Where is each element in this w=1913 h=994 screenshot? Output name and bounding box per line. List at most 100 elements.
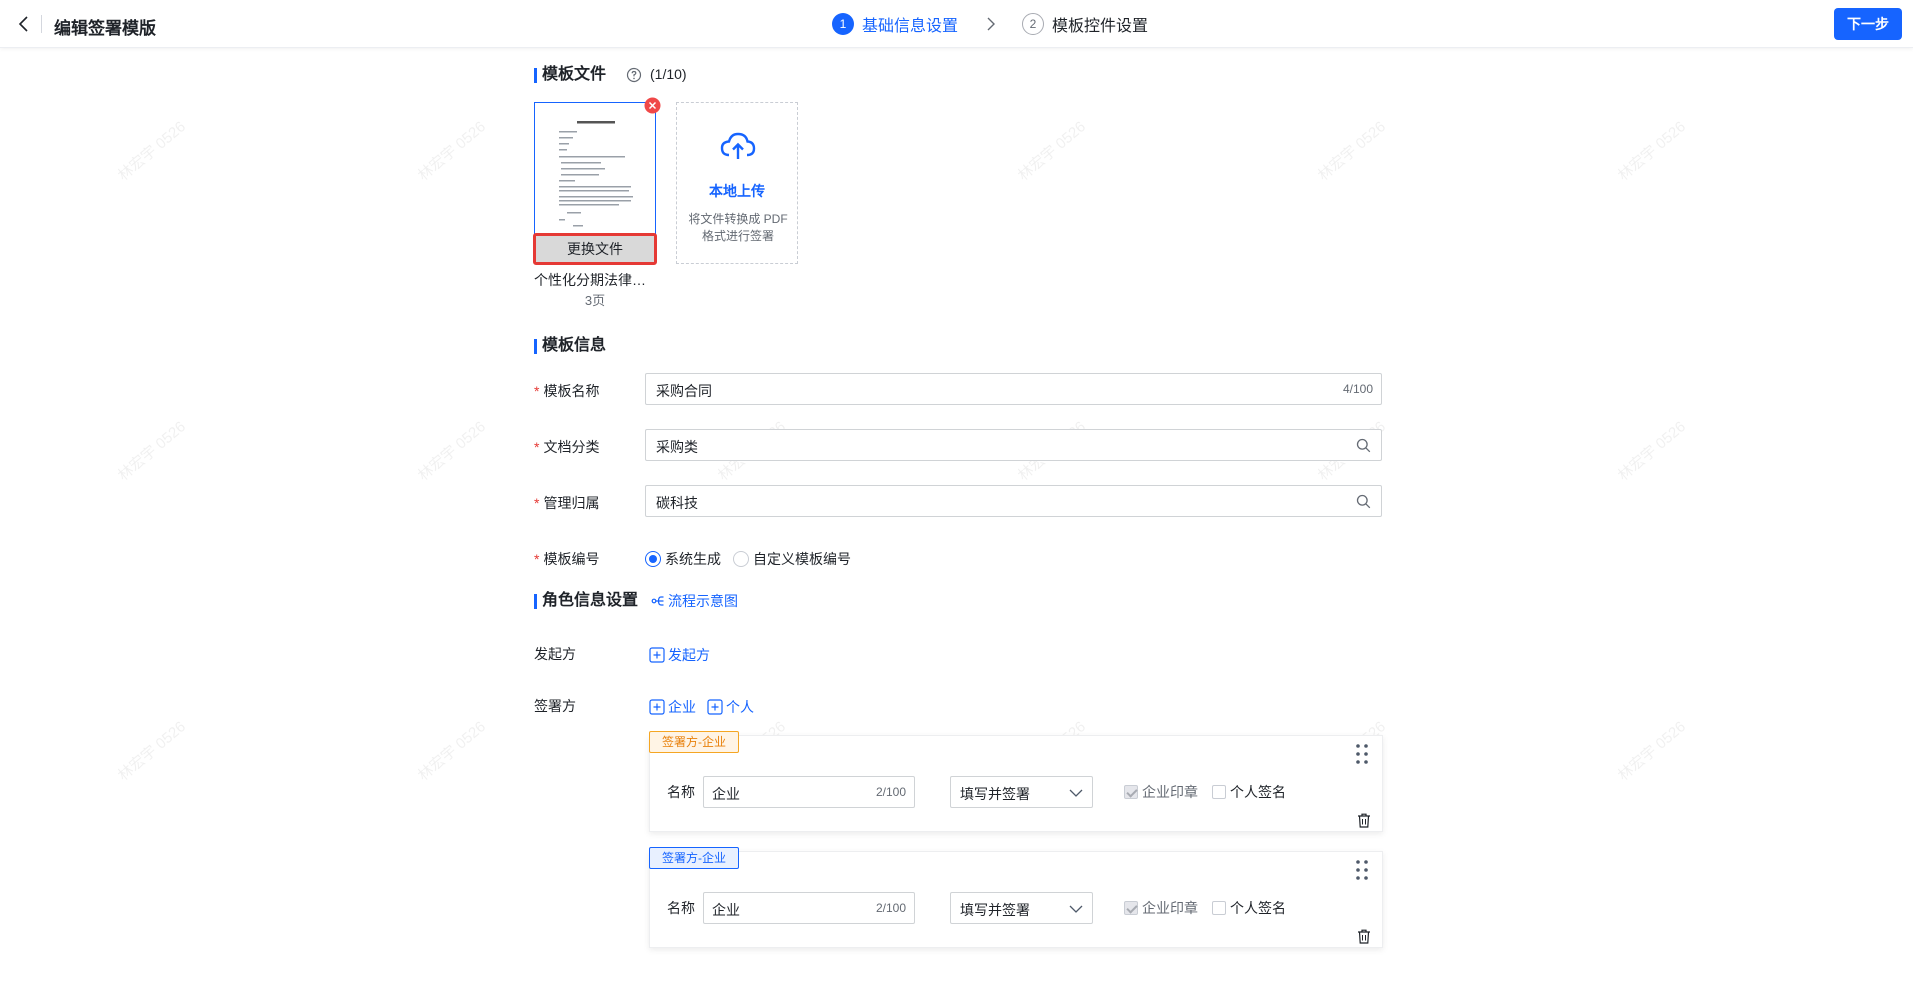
step-label: 基础信息设置 [862,18,959,35]
add-person-label: 个人 [726,699,754,715]
step-number: 1 [832,13,854,35]
chevron-down-icon [1069,905,1083,913]
section-title-roles: 角色信息设置 [534,591,638,611]
input-value: 采购类 [656,439,698,455]
input-value: 企业 [712,902,740,918]
drag-handle-icon[interactable] [1354,859,1370,881]
radio-label: 自定义模板编号 [753,551,851,567]
add-enterprise-signer-button[interactable]: 企业 [649,697,696,717]
file-count: (1/10) [650,66,687,82]
radio-custom-code[interactable]: 自定义模板编号 [733,549,851,569]
signer-action-select[interactable]: 填写并签署 [950,892,1093,924]
signer-name-label: 名称 [667,784,695,800]
search-icon[interactable] [1356,438,1371,453]
radio-button[interactable] [733,551,749,567]
header-divider [41,15,42,33]
trash-icon[interactable] [1357,929,1371,944]
flow-diagram-label: 流程示意图 [668,593,738,609]
plus-square-icon [707,699,723,715]
owner-label: * 管理归属 [534,495,600,511]
watermark-text: 林宏宇 0526 [114,718,189,785]
watermark-text: 林宏宇 0526 [1014,118,1089,185]
radio-button[interactable] [645,551,661,567]
watermark-text: 林宏宇 0526 [1314,118,1389,185]
watermark-text: 林宏宇 0526 [114,118,189,185]
flow-diagram-link[interactable]: 流程示意图 [651,591,738,611]
watermark-text: 林宏宇 0526 [414,718,489,785]
radio-system-generated[interactable]: 系统生成 [645,549,721,569]
plus-square-icon [649,699,665,715]
document-thumbnail [559,121,633,227]
signer-card: 签署方-企业 名称 企业 2/100 填写并签署 企业印章 个人签名 [649,847,1383,948]
input-value: 碳科技 [656,495,698,511]
watermark-text: 林宏宇 0526 [1614,418,1689,485]
select-value: 填写并签署 [960,902,1030,918]
drag-handle-icon[interactable] [1354,743,1370,765]
doc-category-label: * 文档分类 [534,439,600,455]
trash-icon[interactable] [1357,813,1371,828]
add-person-signer-button[interactable]: 个人 [707,697,754,717]
watermark-text: 林宏宇 0526 [1614,118,1689,185]
personal-signature-checkbox[interactable]: 个人签名 [1212,898,1286,918]
personal-signature-checkbox[interactable]: 个人签名 [1212,782,1286,802]
chevron-right-icon [987,17,996,31]
checkbox-label: 企业印章 [1142,900,1198,916]
template-code-radio-group: 系统生成 自定义模板编号 [645,549,863,569]
template-name-input[interactable]: 采购合同 4/100 [645,373,1382,405]
template-code-label: * 模板编号 [534,551,600,567]
add-initiator-label: 发起方 [668,647,710,663]
checkbox[interactable] [1124,901,1138,915]
add-enterprise-label: 企业 [668,699,696,715]
doc-category-input[interactable]: 采购类 [645,429,1382,461]
section-title-template-info: 模板信息 [534,336,606,356]
step-number: 2 [1022,13,1045,35]
remove-file-icon[interactable] [644,97,661,114]
signer-name-input[interactable]: 企业 2/100 [703,892,915,924]
input-value: 企业 [712,786,740,802]
enterprise-seal-checkbox[interactable]: 企业印章 [1124,898,1198,918]
replace-file-button[interactable]: 更换文件 [533,233,657,265]
step-basic-info[interactable]: 1 基础信息设置 [832,12,958,36]
signer-name-label: 名称 [667,900,695,916]
initiator-label: 发起方 [534,646,576,662]
help-icon[interactable] [626,67,642,83]
enterprise-seal-checkbox[interactable]: 企业印章 [1124,782,1198,802]
watermark-text: 林宏宇 0526 [414,418,489,485]
watermark-text: 林宏宇 0526 [1614,718,1689,785]
template-name-label: * 模板名称 [534,383,600,399]
watermark-text: 林宏宇 0526 [114,418,189,485]
search-icon[interactable] [1356,494,1371,509]
add-initiator-button[interactable]: 发起方 [649,645,710,665]
checkbox-label: 个人签名 [1230,900,1286,916]
char-count: 2/100 [875,901,906,915]
checkbox[interactable] [1124,785,1138,799]
owner-input[interactable]: 碳科技 [645,485,1382,517]
page-title: 编辑签署模版 [54,19,156,38]
checkbox[interactable] [1212,901,1226,915]
page-header: 编辑签署模版 1 基础信息设置 2 模板控件设置 下一步 [0,0,1913,48]
chevron-down-icon [1069,789,1083,797]
upload-hint: 将文件转换成 PDF 格式进行签署 [688,212,788,243]
section-title-template-file: 模板文件 [534,65,606,85]
signer-name-input[interactable]: 企业 2/100 [703,776,915,808]
checkbox[interactable] [1212,785,1226,799]
upload-title: 本地上传 [709,183,765,199]
radio-label: 系统生成 [665,551,721,567]
step-template-controls[interactable]: 2 模板控件设置 [1022,12,1148,36]
signer-card: 签署方-企业 名称 企业 2/100 填写并签署 企业印章 个人签名 [649,731,1383,832]
next-step-button[interactable]: 下一步 [1834,8,1902,40]
local-upload-button[interactable]: 本地上传 将文件转换成 PDF 格式进行签署 [676,102,798,264]
file-page-count: 3页 [584,293,606,308]
file-name: 个性化分期法律… [534,272,646,288]
step-label: 模板控件设置 [1052,18,1149,35]
chevron-left-icon[interactable] [14,14,34,34]
cloud-upload-icon [720,132,756,159]
watermark-text: 林宏宇 0526 [414,118,489,185]
checkbox-label: 个人签名 [1230,784,1286,800]
step-indicator: 1 基础信息设置 2 模板控件设置 [832,12,1148,36]
char-count: 2/100 [875,785,906,799]
signer-type-tag: 签署方-企业 [649,731,739,753]
signer-type-tag: 签署方-企业 [649,847,739,869]
flow-icon [651,596,664,606]
signer-action-select[interactable]: 填写并签署 [950,776,1093,808]
